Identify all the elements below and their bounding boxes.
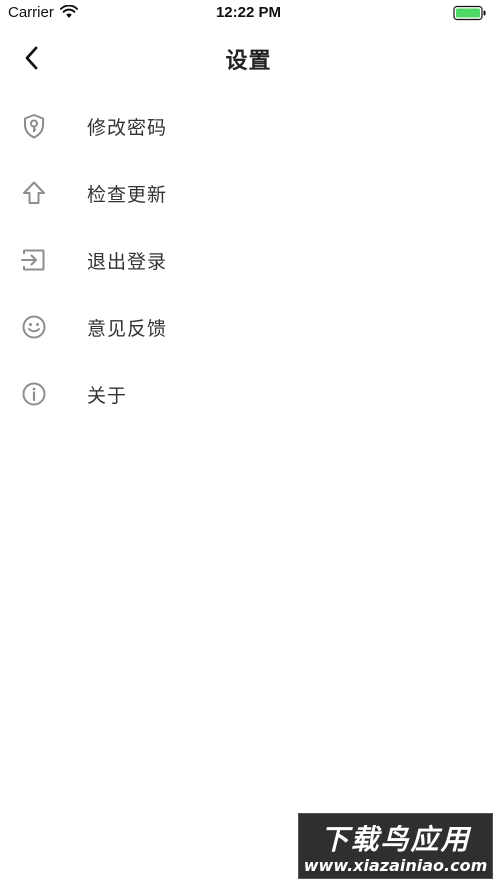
info-icon [22,382,46,406]
settings-item-label: 意见反馈 [87,318,168,340]
settings-item-label: 退出登录 [87,251,168,273]
smiley-icon [22,315,46,339]
arrow-up-icon [23,181,45,204]
status-bar: Carrier 12:22 PM [0,0,497,26]
shield-key-icon [24,114,44,139]
settings-item-change-password[interactable]: 修改密码 [0,92,497,159]
settings-item-label: 关于 [87,385,128,407]
watermark-url: www.xiazainiao.com [303,856,488,875]
settings-item-label: 修改密码 [87,117,168,139]
settings-item-check-update[interactable]: 检查更新 [0,159,497,226]
watermark-title: 下载鸟应用 [320,823,471,856]
status-time: 12:22 PM [215,4,282,21]
settings-item-feedback[interactable]: 意见反馈 [0,293,497,360]
settings-list: 修改密码 检查更新 退出登录 意见反馈 关于 [0,92,497,427]
settings-item-about[interactable]: 关于 [0,360,497,427]
battery-icon [453,5,486,21]
logout-icon [21,249,45,271]
settings-item-logout[interactable]: 退出登录 [0,226,497,293]
nav-bar: 设置 [0,26,497,90]
watermark-logo: 下载鸟应用 www.xiazainiao.com [298,813,493,879]
page-title: 设置 [225,49,272,74]
settings-item-label: 检查更新 [87,184,168,206]
